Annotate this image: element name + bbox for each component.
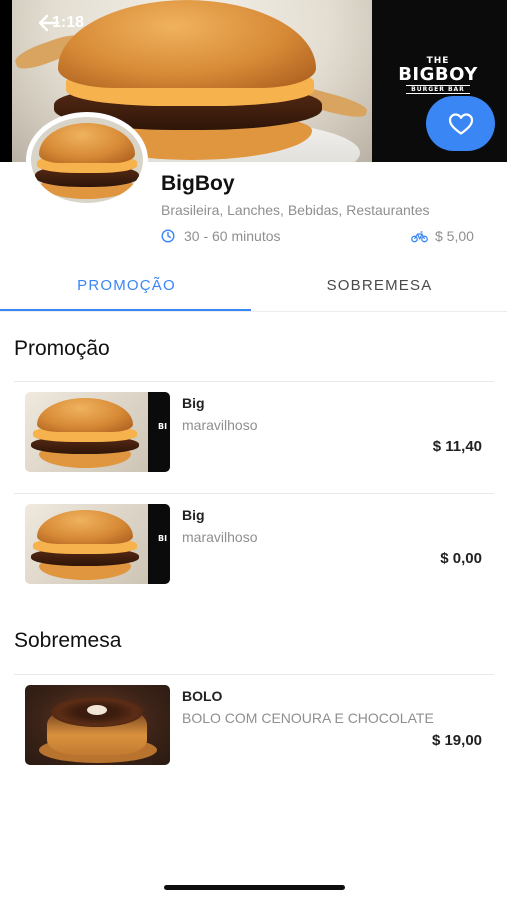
clock-icon xyxy=(161,229,175,243)
brand-logo: THE BIGBOY BURGER BAR xyxy=(398,56,478,94)
section-title-promocao: Promoção xyxy=(14,337,110,360)
tabs-divider xyxy=(0,311,507,312)
menu-item[interactable]: BOLO BOLO COM CENOURA E CHOCOLATE $ 19,0… xyxy=(0,685,507,785)
delivery-time-text: 30 - 60 minutos xyxy=(184,228,281,244)
store-avatar xyxy=(26,112,148,208)
tab-sobremesa[interactable]: SOBREMESA xyxy=(253,258,506,312)
store-name: BigBoy xyxy=(161,172,235,195)
item-photo: BI xyxy=(25,392,170,472)
tab-promocao[interactable]: PROMOÇÃO xyxy=(0,258,253,312)
bicycle-icon xyxy=(411,230,428,242)
status-time: 1:18 xyxy=(52,14,85,31)
section-title-sobremesa: Sobremesa xyxy=(14,629,122,652)
heart-icon xyxy=(448,112,473,135)
item-description: maravilhoso xyxy=(182,529,258,545)
home-indicator xyxy=(164,885,345,890)
item-name: BOLO xyxy=(182,688,223,704)
item-price: $ 0,00 xyxy=(440,550,482,567)
favorite-button[interactable] xyxy=(426,96,495,151)
item-price: $ 11,40 xyxy=(432,438,482,455)
store-categories: Brasileira, Lanches, Bebidas, Restaurant… xyxy=(161,202,430,218)
delivery-fee-text: $ 5,00 xyxy=(435,228,474,244)
item-name: Big xyxy=(182,395,205,411)
menu-item[interactable]: BI Big maravilhoso $ 0,00 xyxy=(0,504,507,604)
item-photo: BI xyxy=(25,504,170,584)
divider xyxy=(14,381,494,382)
menu-item[interactable]: BI Big maravilhoso $ 11,40 xyxy=(0,392,507,492)
item-price: $ 19,00 xyxy=(431,732,482,749)
delivery-fee: $ 5,00 xyxy=(411,228,474,244)
category-tabs: PROMOÇÃO SOBREMESA xyxy=(0,258,507,312)
delivery-time: 30 - 60 minutos xyxy=(161,228,281,244)
item-description: BOLO COM CENOURA E CHOCOLATE xyxy=(182,710,434,726)
item-photo xyxy=(25,685,170,765)
divider xyxy=(14,493,494,494)
divider xyxy=(14,674,494,675)
item-name: Big xyxy=(182,507,205,523)
item-description: maravilhoso xyxy=(182,417,258,433)
